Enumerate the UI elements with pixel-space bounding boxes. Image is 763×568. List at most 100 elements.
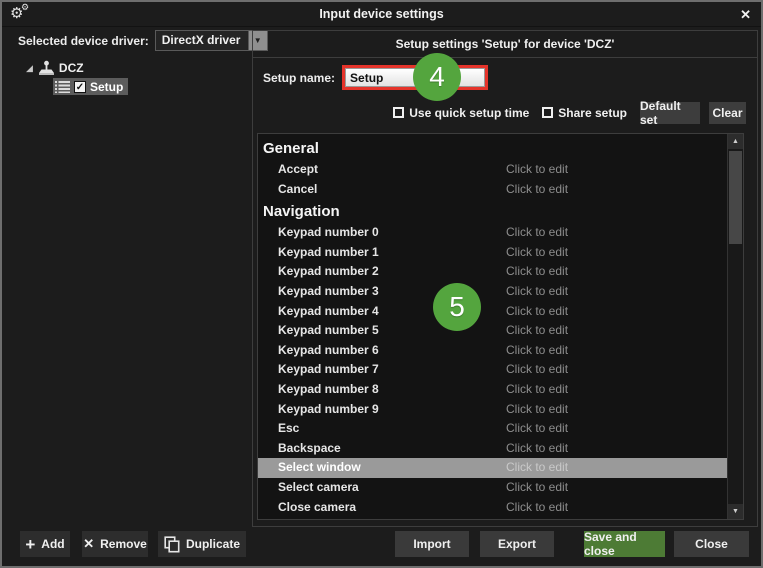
plus-icon: + (25, 536, 35, 553)
tree-setup-label: Setup (90, 80, 123, 94)
click-to-edit-hint[interactable]: Click to edit (506, 160, 568, 180)
click-to-edit-hint[interactable]: Click to edit (506, 360, 568, 380)
list-item-close-camera[interactable]: Close camera Click to edit (258, 498, 727, 518)
click-to-edit-hint[interactable]: Click to edit (506, 419, 568, 439)
click-to-edit-hint[interactable]: Click to edit (506, 302, 568, 322)
click-to-edit-hint[interactable]: Click to edit (506, 498, 568, 518)
title-bar: ⚙ ⚙ Input device settings ✕ (2, 2, 761, 27)
click-to-edit-hint[interactable]: Click to edit (506, 439, 568, 459)
action-name-label: Cancel (278, 180, 317, 200)
share-setup-label: Share setup (558, 106, 627, 120)
action-name-label: Accept (278, 160, 318, 180)
save-and-close-button[interactable]: Save and close (584, 531, 665, 557)
annotation-badge-4: 4 (413, 53, 461, 101)
duplicate-icon (164, 536, 180, 553)
clear-button[interactable]: Clear (709, 102, 746, 124)
click-to-edit-hint[interactable]: Click to edit (506, 478, 568, 498)
action-name-label: Keypad number 6 (278, 341, 379, 361)
list-item-accept[interactable]: Accept Click to edit (258, 160, 727, 180)
list-item-backspace[interactable]: Backspace Click to edit (258, 439, 727, 459)
settings-list-content: GeneralAccept Click to edit Cancel Click to… (258, 134, 727, 519)
click-to-edit-hint[interactable]: Click to edit (506, 243, 568, 263)
setup-checkbox[interactable]: ✓ (74, 81, 86, 93)
setup-name-label: Setup name: (263, 71, 335, 85)
list-item-keypad-number-3[interactable]: Keypad number 3 Click to edit (258, 282, 727, 302)
action-name-label: Keypad number 3 (278, 282, 379, 302)
action-name-label: Keypad number 7 (278, 360, 379, 380)
scroll-up-icon: ▲ (732, 138, 739, 145)
device-tree: ◢ DCZ ✓ Setup (26, 60, 128, 95)
action-name-label: Esc (278, 419, 299, 439)
click-to-edit-hint[interactable]: Click to edit (506, 380, 568, 400)
device-driver-label: Selected device driver: (18, 34, 149, 48)
scrollbar-thumb[interactable] (729, 151, 742, 244)
click-to-edit-hint[interactable]: Click to edit (506, 341, 568, 361)
setup-list-icon (55, 80, 70, 93)
device-driver-value: DirectX driver (156, 31, 248, 50)
panel-header: Setup settings 'Setup' for device 'DCZ' (253, 31, 757, 58)
action-name-label: Keypad number 0 (278, 223, 379, 243)
list-item-keypad-number-1[interactable]: Keypad number 1 Click to edit (258, 243, 727, 263)
list-item-keypad-number-2[interactable]: Keypad number 2Click to edit (258, 262, 727, 282)
export-button[interactable]: Export (480, 531, 554, 557)
action-name-label: Keypad number 4 (278, 302, 379, 322)
import-button[interactable]: Import (395, 531, 469, 557)
close-icon[interactable]: ✕ (740, 2, 751, 27)
action-name-label: Keypad number 5 (278, 321, 379, 341)
list-item-keypad-number-7[interactable]: Keypad number 7 Click to edit (258, 360, 727, 380)
scrollbar[interactable]: ▲ ▼ (727, 134, 743, 519)
device-driver-dropdown[interactable]: DirectX driver ▼ (155, 30, 268, 51)
remove-button[interactable]: ✕ Remove (82, 531, 148, 557)
action-name-label: Backspace (278, 439, 341, 459)
section-title-general: General (258, 136, 727, 160)
tree-node-device[interactable]: ◢ DCZ (26, 60, 128, 76)
add-button[interactable]: + Add (20, 531, 70, 557)
click-to-edit-hint[interactable]: Click to edit (506, 458, 568, 478)
list-item-select-camera[interactable]: Select camera Click to edit (258, 478, 727, 498)
remove-button-label: Remove (100, 537, 147, 551)
action-name-label: Select window (278, 458, 361, 478)
action-name-label: Keypad number 9 (278, 400, 379, 420)
scroll-down-icon: ▼ (732, 508, 739, 515)
click-to-edit-hint[interactable]: Click to edit (506, 223, 568, 243)
tree-expander-icon[interactable]: ◢ (26, 64, 33, 73)
click-to-edit-hint[interactable]: Click to edit (506, 321, 568, 341)
default-set-button[interactable]: Default set (640, 102, 700, 124)
list-item-keypad-number-4[interactable]: Keypad number 4 Click to edit (258, 302, 727, 322)
add-button-label: Add (41, 537, 64, 551)
device-driver-row: Selected device driver: DirectX driver ▼ (18, 30, 268, 51)
action-name-label: Close camera (278, 498, 356, 518)
list-item-keypad-number-9[interactable]: Keypad number 9 Click to edit (258, 400, 727, 420)
action-mapping-list: GeneralAccept Click to edit Cancel Click to… (257, 133, 744, 520)
setup-options-row: Use quick setup time Share setup Default… (393, 101, 746, 124)
setup-settings-panel: Setup settings 'Setup' for device 'DCZ' … (252, 30, 758, 527)
close-button[interactable]: Close (674, 531, 749, 557)
list-item-select-window[interactable]: Select window Click to edit (258, 458, 727, 478)
action-name-label: Select camera (278, 478, 359, 498)
list-item-keypad-number-8[interactable]: Keypad number 8 Click to edit (258, 380, 727, 400)
list-item-cancel[interactable]: Cancel Click to edit (258, 180, 727, 200)
list-item-keypad-number-6[interactable]: Keypad number 6 Click to edit (258, 341, 727, 361)
remove-x-icon: ✕ (83, 536, 94, 552)
list-item-keypad-number-5[interactable]: Keypad number 5 Click to edit (258, 321, 727, 341)
duplicate-button-label: Duplicate (186, 537, 240, 551)
action-name-label: Keypad number 1 (278, 243, 379, 263)
section-title-navigation: Navigation (258, 199, 727, 223)
list-item-keypad-number-0[interactable]: Keypad number 0 Click to edit (258, 223, 727, 243)
list-item-esc[interactable]: Esc Click to edit (258, 419, 727, 439)
click-to-edit-hint[interactable]: Click to edit (506, 400, 568, 420)
use-quick-setup-time-checkbox[interactable] (393, 107, 404, 118)
click-to-edit-hint[interactable]: Click to edit (506, 262, 568, 282)
use-quick-setup-time-label: Use quick setup time (409, 106, 529, 120)
tree-device-label: DCZ (59, 61, 84, 75)
share-setup-checkbox[interactable] (542, 107, 553, 118)
click-to-edit-hint[interactable]: Click to edit (506, 180, 568, 200)
action-name-label: Keypad number 8 (278, 380, 379, 400)
input-device-settings-dialog: ⚙ ⚙ Input device settings ✕ Selected dev… (0, 0, 763, 568)
scroll-down-button[interactable]: ▼ (728, 504, 743, 519)
duplicate-button[interactable]: Duplicate (158, 531, 246, 557)
scroll-up-button[interactable]: ▲ (728, 134, 743, 149)
window-title: Input device settings (2, 2, 761, 27)
tree-node-setup[interactable]: ✓ Setup (53, 78, 128, 95)
click-to-edit-hint[interactable]: Click to edit (506, 282, 568, 302)
